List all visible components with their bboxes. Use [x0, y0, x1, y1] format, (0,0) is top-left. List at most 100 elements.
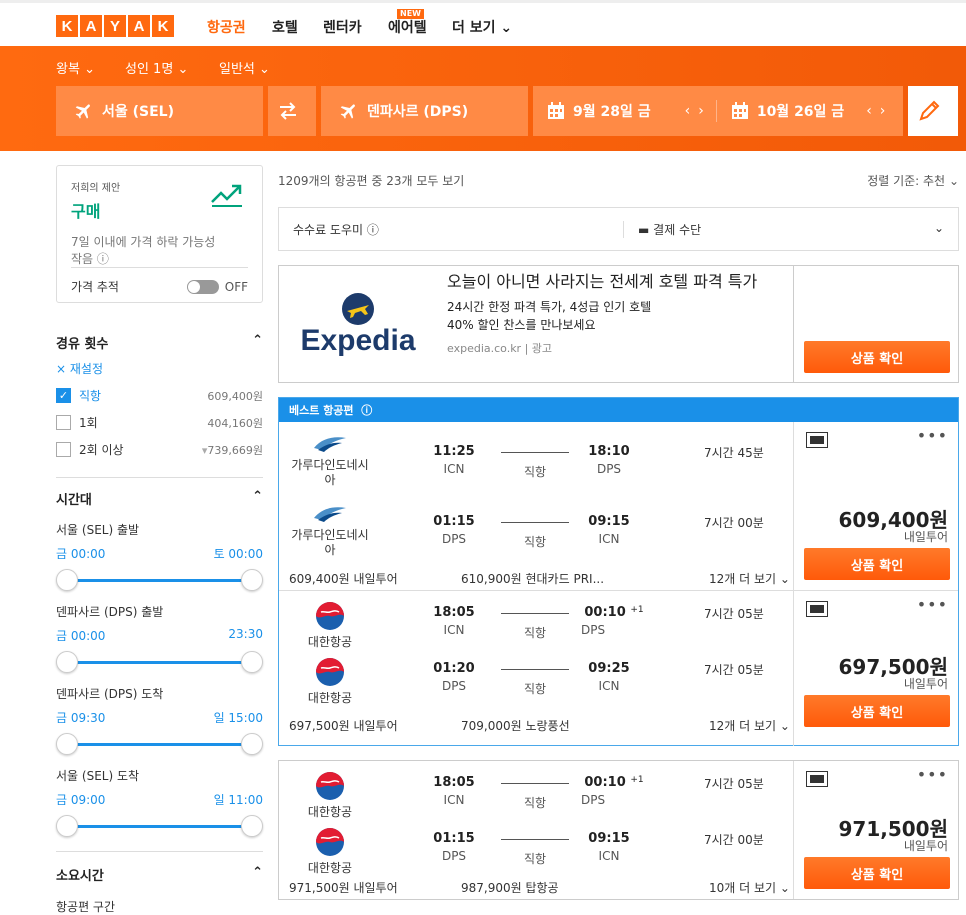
stop-price: 609,400원 [207, 389, 263, 403]
depart-date[interactable]: 9월 28일 금 [573, 101, 651, 121]
checkbox[interactable] [56, 442, 71, 457]
more-options-icon[interactable]: ••• [917, 595, 948, 614]
slider-handle-max[interactable] [241, 569, 263, 591]
edit-search-button[interactable] [908, 86, 958, 136]
info-icon[interactable]: ⓘ [97, 252, 109, 266]
return-date[interactable]: 10월 26일 금 [757, 101, 844, 121]
view-deal-button[interactable]: 상품 확인 [804, 857, 950, 889]
slider-handle-min[interactable] [56, 733, 78, 755]
payment-method-select[interactable]: ▬ 결제 수단 ⌄ [624, 221, 958, 238]
departure: 01:15 DPS [424, 831, 484, 863]
depart-date-stepper[interactable]: ‹› [685, 103, 712, 119]
time-slider[interactable] [56, 732, 263, 756]
flight-leg: 가루다인도네시아 01:15 DPS 직항 09:15 ICN 7시간 00분 [279, 504, 793, 574]
time-slider[interactable] [56, 650, 263, 674]
slider-handle-max[interactable] [241, 815, 263, 837]
departure-time: 11:25 [433, 444, 475, 459]
sort-select[interactable]: 정렬 기준: 추천 ⌄ [867, 172, 959, 189]
provider-price[interactable]: 987,900원 탑항공 [461, 879, 559, 896]
provider-price[interactable]: 971,500원 내일투어 [289, 879, 398, 896]
ad-brand: Expedia [300, 324, 416, 357]
stops-filter-header[interactable]: 경유 횟수 ⌃ [56, 333, 263, 352]
return-date-stepper[interactable]: ‹› [866, 103, 893, 119]
passengers-select[interactable]: 성인 1명 ⌄ [125, 58, 188, 77]
more-options-icon[interactable]: ••• [917, 426, 948, 445]
provider-price[interactable]: 609,400원 내일투어 [289, 570, 398, 587]
reset-link[interactable]: × 재설정 [56, 360, 263, 377]
slider-track [68, 579, 251, 582]
origin-field[interactable]: 서울 (SEL) [56, 86, 263, 136]
times-filter-header[interactable]: 시간대 ⌃ [56, 489, 263, 508]
duration-filter-header[interactable]: 소요시간 ⌃ [56, 865, 263, 884]
sponsored-ad[interactable]: Expedia 오늘이 아니면 사라지는 전세계 호텔 파격 특가 24시간 한… [278, 265, 959, 383]
stops-info: 직항 [501, 831, 569, 867]
slider-handle-min[interactable] [56, 651, 78, 673]
nav-cars[interactable]: 렌터카 [323, 17, 362, 37]
nav-airtel[interactable]: 에어텔 [388, 17, 427, 37]
info-icon[interactable]: ⓘ [361, 402, 372, 418]
provider-price[interactable]: 697,500원 내일투어 [289, 717, 398, 734]
departure-airport: ICN [443, 623, 465, 637]
slider-handle-min[interactable] [56, 815, 78, 837]
slider-handle-max[interactable] [241, 733, 263, 755]
more-deals-link[interactable]: 10개 더 보기 ⌄ [709, 879, 790, 896]
trip-type-select[interactable]: 왕복 ⌄ [56, 58, 95, 77]
cabin-select[interactable]: 일반석 ⌄ [219, 58, 270, 77]
flight-result[interactable]: 대한항공 18:05 ICN 직항 00:10 +1 DPS 7시간 05분 대한항… [278, 760, 959, 900]
stops-title: 경유 횟수 [56, 337, 109, 352]
more-deals-link[interactable]: 12개 더 보기 ⌄ [709, 570, 790, 587]
destination-field[interactable]: 덴파사르 (DPS) [321, 86, 528, 136]
time-to: 23:30 [228, 627, 263, 641]
provider-price[interactable]: 610,900원 현대카드 PRI... [461, 570, 604, 587]
trend-up-icon [211, 184, 242, 207]
price-advice-card: 저희의 제안 구매 7일 이내에 가격 하락 가능성 작음 ⓘ 가격 추적 OF… [56, 165, 263, 303]
chevron-down-icon: ⌄ [177, 62, 189, 77]
arrival: 00:10 +1 DPS [579, 775, 649, 807]
airline-name: 가루다인도네시아 [291, 458, 369, 487]
slider-handle-max[interactable] [241, 651, 263, 673]
ad-view-deal-button[interactable]: 상품 확인 [804, 341, 950, 373]
more-options-icon[interactable]: ••• [917, 765, 948, 784]
price-tracking-toggle[interactable]: OFF [186, 279, 248, 294]
stops-option-direct[interactable]: ✓ 직항 609,400원 [56, 387, 263, 404]
departure-time: 18:05 [433, 775, 475, 790]
nav-hotels[interactable]: 호텔 [272, 17, 298, 37]
fee-helper[interactable]: 수수료 도우미 ⓘ [279, 220, 624, 238]
flight-result[interactable]: 대한항공 18:05 ICN 직항 00:10 +1 DPS 7시간 05분 대한항… [279, 591, 960, 746]
duration-title: 소요시간 [56, 869, 104, 884]
more-deals-link[interactable]: 12개 더 보기 ⌄ [709, 717, 790, 734]
kayak-logo[interactable]: K A Y A K [56, 15, 174, 37]
search-form: 왕복 ⌄ 성인 1명 ⌄ 일반석 ⌄ 서울 (SEL) 덴파사르 (DPS) 9… [0, 46, 966, 151]
departure-airport: ICN [443, 793, 465, 807]
nav-more[interactable]: 더 보기 ⌄ [452, 17, 512, 37]
garuda-logo-icon [314, 507, 346, 522]
arrival: 09:25 ICN [579, 661, 639, 693]
chevron-up-icon: ⌃ [252, 333, 263, 348]
nav-flights[interactable]: 항공권 [207, 17, 246, 50]
best-flights-group: 베스트 항공편 ⓘ 가루다인도네시아 11:25 ICN 직항 18:10 DPS… [278, 397, 959, 746]
price-panel: ••• 609,400원 내일투어 상품 확인 [793, 422, 960, 590]
plane-icon [340, 104, 355, 119]
chevron-up-icon: ⌃ [252, 865, 263, 880]
departure: 18:05 ICN [424, 605, 484, 637]
checkbox[interactable] [56, 415, 71, 430]
slider-track [68, 661, 251, 664]
departure-time: 01:15 [433, 831, 475, 846]
flight-result[interactable]: 가루다인도네시아 11:25 ICN 직항 18:10 DPS 7시간 45분 가… [279, 422, 960, 590]
slider-handle-min[interactable] [56, 569, 78, 591]
swap-button[interactable] [268, 86, 316, 136]
checkbox-checked[interactable]: ✓ [56, 388, 71, 403]
view-deal-button[interactable]: 상품 확인 [804, 695, 950, 727]
provider-price[interactable]: 709,000원 노랑풍선 [461, 717, 570, 734]
time-slider[interactable] [56, 814, 263, 838]
fee-assistant-bar: 수수료 도우미 ⓘ ▬ 결제 수단 ⌄ [278, 207, 959, 251]
view-deal-button[interactable]: 상품 확인 [804, 548, 950, 580]
stops-option-two-plus[interactable]: 2회 이상 ▾739,669원 [56, 441, 263, 458]
chevron-down-icon: ⌄ [779, 572, 790, 586]
stops-option-one[interactable]: 1회 404,160원 [56, 414, 263, 431]
credit-card-icon [806, 601, 828, 617]
time-slider[interactable] [56, 568, 263, 592]
provider-name: 내일투어 [903, 530, 948, 544]
chevron-down-icon: ⌄ [779, 719, 790, 733]
korean-air-logo-icon [316, 828, 344, 856]
